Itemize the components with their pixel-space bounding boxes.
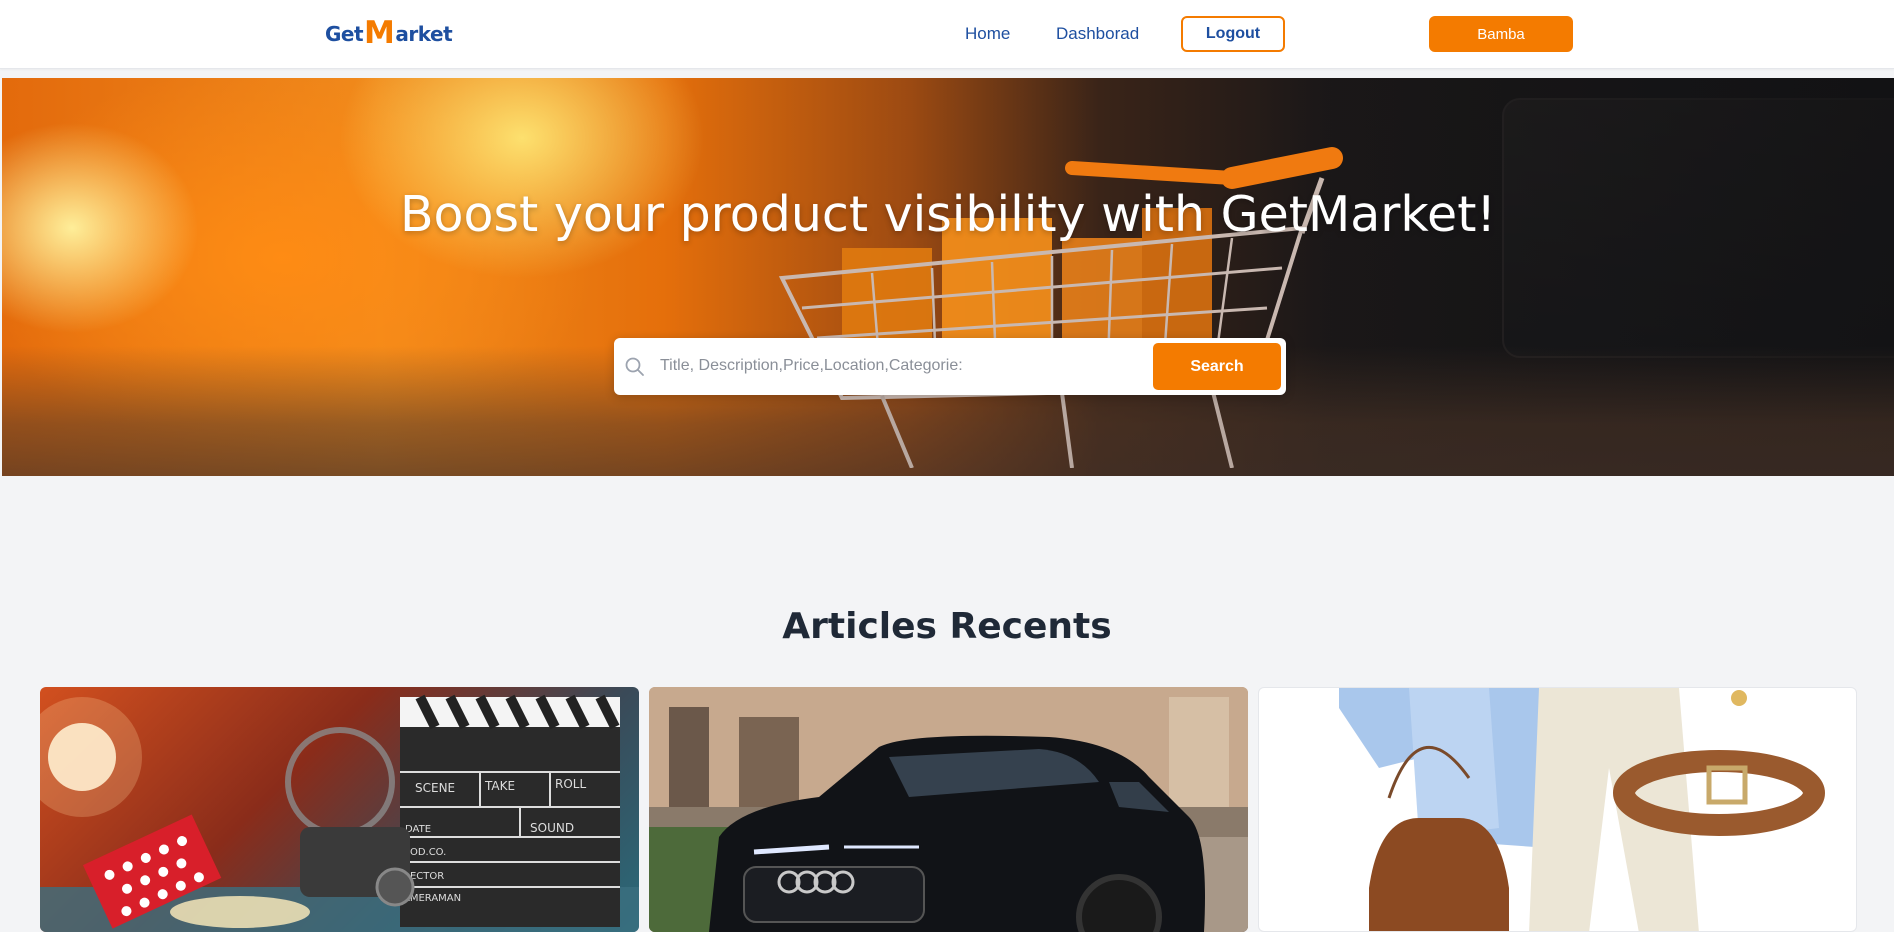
article-image-movie: SCENE TAKE ROLL DATE SOUND ROD.CO. RECTO… (40, 694, 639, 932)
article-card[interactable] (1258, 687, 1857, 932)
article-image-car (649, 687, 1248, 932)
search-bar: Search (614, 338, 1286, 395)
clapper-scene-text: SCENE (415, 781, 455, 795)
article-card[interactable] (649, 687, 1248, 932)
hero-banner: Boost your product visibility with GetMa… (2, 78, 1894, 476)
search-button[interactable]: Search (1153, 343, 1281, 390)
nav-link-dashboard[interactable]: Dashborad (1056, 24, 1139, 44)
article-card[interactable]: SCENE TAKE ROLL DATE SOUND ROD.CO. RECTO… (40, 687, 639, 932)
clapper-take-text: TAKE (484, 779, 515, 793)
logo-suffix: arket (395, 22, 453, 46)
logo[interactable]: Get Market (325, 15, 453, 51)
logout-button[interactable]: Logout (1181, 16, 1285, 52)
logo-m: M (364, 15, 395, 51)
logo-prefix: Get (325, 22, 364, 46)
search-input[interactable] (660, 348, 1100, 384)
clapper-sound-text: SOUND (530, 821, 574, 835)
search-icon (625, 357, 644, 376)
navbar: Get Market Home Dashborad Logout Bamba (0, 0, 1894, 69)
section-title: Articles Recents (782, 606, 1112, 647)
nav-link-home[interactable]: Home (965, 24, 1010, 44)
hero-title: Boost your product visibility with GetMa… (399, 186, 1497, 243)
user-menu-button[interactable]: Bamba (1429, 16, 1573, 52)
clapper-roll-text: ROLL (555, 777, 586, 791)
article-image-fashion (1339, 688, 1825, 931)
